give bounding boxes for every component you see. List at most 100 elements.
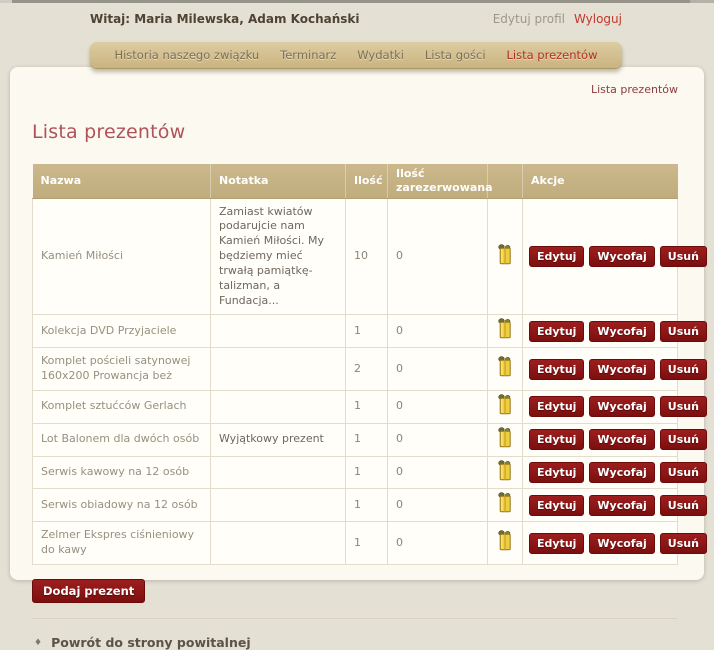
actions-cell: Edytuj Wycofaj Usuń — [522, 197, 707, 316]
edit-button[interactable]: Edytuj — [529, 396, 585, 418]
delete-button[interactable]: Usuń — [659, 245, 707, 267]
delete-button[interactable]: Usuń — [659, 320, 707, 342]
gift-name-cell: Lot Balonem dla dwóch osób — [32, 422, 211, 457]
gift-icon — [497, 427, 513, 453]
delete-button[interactable]: Usuń — [659, 462, 707, 484]
edit-button[interactable]: Edytuj — [529, 320, 585, 342]
gift-qty-cell: 10 — [345, 197, 388, 316]
table-row: Lot Balonem dla dwóch osób Wyjątkowy pre… — [32, 422, 707, 457]
gift-icon-cell — [487, 389, 523, 424]
withdraw-button[interactable]: Wycofaj — [589, 320, 655, 342]
gift-reserved-cell: 0 — [387, 347, 488, 391]
actions-cell: Edytuj Wycofaj Usuń — [522, 347, 707, 391]
gift-name-cell: Komplet sztućców Gerlach — [32, 389, 211, 424]
gift-icon — [497, 394, 513, 420]
gift-icon — [497, 492, 513, 518]
gift-qty-cell: 2 — [345, 347, 388, 391]
delete-button[interactable]: Usuń — [659, 396, 707, 418]
table-header-row: Nazwa Notatka Ilość Ilość zarezerwowana … — [32, 164, 678, 199]
gift-reserved-cell: 0 — [387, 197, 488, 316]
edit-profile-link[interactable]: Edytuj profil — [493, 12, 565, 26]
diamond-bullet-icon: ♦ — [34, 637, 43, 648]
welcome-text: Witaj: Maria Milewska, Adam Kochański — [90, 12, 360, 26]
withdraw-button[interactable]: Wycofaj — [589, 462, 655, 484]
table-row: Serwis obiadowy na 12 osób 1 0 Edytuj Wy… — [32, 488, 707, 523]
gift-icon-cell — [487, 314, 523, 349]
gift-name-cell: Serwis kawowy na 12 osób — [32, 455, 211, 490]
gift-list-table: Nazwa Notatka Ilość Ilość zarezerwowana … — [32, 164, 707, 565]
column-header-note: Notatka — [210, 164, 346, 199]
gift-reserved-cell: 0 — [387, 389, 488, 424]
gift-note-cell: Wyjątkowy prezent — [210, 422, 346, 457]
edit-button[interactable]: Edytuj — [529, 532, 585, 554]
gift-icon-cell — [487, 422, 523, 457]
gift-icon — [497, 530, 513, 556]
gift-icon-cell — [487, 197, 523, 316]
actions-cell: Edytuj Wycofaj Usuń — [522, 521, 707, 565]
gift-note-cell — [210, 521, 346, 565]
tab-wydatki[interactable]: Wydatki — [357, 48, 404, 62]
withdraw-button[interactable]: Wycofaj — [589, 532, 655, 554]
actions-cell: Edytuj Wycofaj Usuń — [522, 488, 707, 523]
gift-qty-cell: 1 — [345, 521, 388, 565]
content-panel: Lista prezentów Lista prezentów Nazwa No… — [10, 67, 707, 650]
table-row: Komplet pościeli satynowej 160x200 Prowa… — [32, 347, 707, 391]
gift-name-cell: Serwis obiadowy na 12 osób — [32, 488, 211, 523]
table-row: Serwis kawowy na 12 osób 1 0 Edytuj Wyco… — [32, 455, 707, 490]
withdraw-button[interactable]: Wycofaj — [589, 396, 655, 418]
withdraw-button[interactable]: Wycofaj — [589, 494, 655, 516]
gift-qty-cell: 1 — [345, 389, 388, 424]
table-row: Kamień Miłości Zamiast kwiatów podarujci… — [32, 197, 707, 316]
edit-button[interactable]: Edytuj — [529, 358, 585, 380]
tab-lista-prezentow[interactable]: Lista prezentów — [506, 48, 597, 62]
edit-button[interactable]: Edytuj — [529, 462, 585, 484]
column-header-actions: Akcje — [522, 164, 678, 199]
tab-terminarz[interactable]: Terminarz — [280, 48, 336, 62]
tab-lista-gosci[interactable]: Lista gości — [425, 48, 486, 62]
gift-icon — [497, 459, 513, 486]
gift-qty-cell: 1 — [345, 422, 388, 457]
delete-button[interactable]: Usuń — [659, 358, 707, 380]
withdraw-button[interactable]: Wycofaj — [589, 358, 655, 380]
gift-icon-cell — [487, 455, 523, 490]
gift-qty-cell: 1 — [345, 314, 388, 349]
delete-button[interactable]: Usuń — [659, 532, 707, 554]
delete-button[interactable]: Usuń — [659, 494, 707, 516]
main-nav: Historia naszego związku Terminarz Wydatki… — [90, 42, 622, 69]
gift-icon — [497, 243, 513, 270]
tab-historia-naszego-zwiazku[interactable]: Historia naszego związku — [114, 48, 259, 62]
gift-reserved-cell: 0 — [387, 488, 488, 523]
gift-note-cell — [210, 314, 346, 349]
gift-reserved-cell: 0 — [387, 314, 488, 349]
delete-button[interactable]: Usuń — [659, 429, 707, 451]
gift-name-cell: Kolekcja DVD Przyjaciele — [32, 314, 211, 349]
gift-qty-cell: 1 — [345, 488, 388, 523]
gift-icon-cell — [487, 347, 523, 391]
column-header-reserved: Ilość zarezerwowana — [387, 164, 493, 199]
gift-reserved-cell: 0 — [387, 455, 488, 490]
gift-note-cell — [210, 389, 346, 424]
table-row: Kolekcja DVD Przyjaciele 1 0 Edytuj Wyco… — [32, 314, 707, 349]
actions-cell: Edytuj Wycofaj Usuń — [522, 455, 707, 490]
edit-button[interactable]: Edytuj — [529, 429, 585, 451]
gift-note-cell: Zamiast kwiatów podarujcie nam Kamień Mi… — [210, 197, 346, 316]
actions-cell: Edytuj Wycofaj Usuń — [522, 389, 707, 424]
add-gift-button[interactable]: Dodaj prezent — [32, 579, 146, 603]
actions-cell: Edytuj Wycofaj Usuń — [522, 314, 707, 349]
withdraw-button[interactable]: Wycofaj — [589, 429, 655, 451]
breadcrumb[interactable]: Lista prezentów — [32, 83, 678, 96]
back-to-welcome-link[interactable]: Powrót do strony powitalnej — [51, 635, 251, 650]
edit-button[interactable]: Edytuj — [529, 245, 585, 267]
logout-link[interactable]: Wyloguj — [574, 12, 622, 26]
gift-name-cell: Kamień Miłości — [32, 197, 211, 316]
gift-icon-cell — [487, 521, 523, 565]
user-bar: Witaj: Maria Milewska, Adam Kochański Ed… — [90, 12, 622, 26]
withdraw-button[interactable]: Wycofaj — [589, 245, 655, 267]
actions-cell: Edytuj Wycofaj Usuń — [522, 422, 707, 457]
gift-icon — [497, 318, 513, 344]
gift-reserved-cell: 0 — [387, 521, 488, 565]
edit-button[interactable]: Edytuj — [529, 494, 585, 516]
table-row: Komplet sztućców Gerlach 1 0 Edytuj Wyco… — [32, 389, 707, 424]
gift-icon-cell — [487, 488, 523, 523]
gift-note-cell — [210, 347, 346, 391]
